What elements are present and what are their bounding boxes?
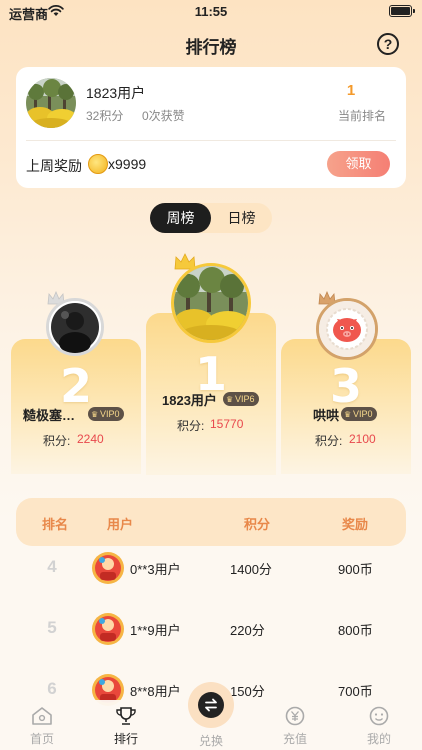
battery-icon <box>389 5 415 17</box>
period-switch: 周榜 日榜 <box>150 203 272 233</box>
header-reward: 奖励 <box>342 517 369 532</box>
vip-badge: ♛ VIP6 <box>223 392 259 406</box>
tab-ranking-label: 排行 <box>113 732 138 746</box>
row-score: 1400分 <box>230 562 272 577</box>
table-row[interactable]: 4 0**3用户 1400分 900币 <box>16 539 406 597</box>
vip-badge: ♛ VIP0 <box>341 407 377 421</box>
vip-badge: ♛ VIP0 <box>88 407 124 421</box>
tab-recharge[interactable]: 充值 <box>265 706 325 747</box>
tab-mine[interactable]: 我的 <box>349 706 409 747</box>
podium-username: 糙极塞… <box>23 408 76 423</box>
my-rank-card: 1823用户 32积分 0次获赞 1 当前排名 上周奖励 x9999 领取 <box>16 67 406 188</box>
exchange-icon <box>198 692 224 718</box>
podium-first-avatar[interactable] <box>171 263 251 343</box>
help-icon[interactable]: ? <box>377 33 399 55</box>
my-rank-label: 当前排名 <box>337 109 386 123</box>
my-avatar[interactable] <box>26 78 76 128</box>
my-likes: 0次获赞 <box>142 109 185 123</box>
table-row[interactable]: 5 1**9用户 220分 800币 <box>16 600 406 658</box>
tab-exchange-label: 兑换 <box>198 734 223 748</box>
my-username: 1823用户 <box>86 85 146 101</box>
coin-icon <box>88 154 108 174</box>
claim-button[interactable]: 领取 <box>327 151 390 177</box>
row-username: 8**8用户 <box>130 684 181 699</box>
podium-username: 哄哄 <box>313 408 340 423</box>
yen-coin-icon <box>285 706 305 726</box>
my-rank-value: 1 <box>346 82 356 99</box>
row-score: 220分 <box>230 623 265 638</box>
podium-score-label: 积分: <box>315 434 343 448</box>
podium-second[interactable]: 2 糙极塞… ♛ VIP0 积分: 2240 <box>11 339 141 474</box>
podium-username: 1823用户 <box>162 393 217 408</box>
tab-ranking[interactable]: 排行 <box>96 706 156 747</box>
status-bar: 运营商 11:55 <box>0 0 422 24</box>
page-title: 排行榜 <box>185 38 237 57</box>
row-reward: 800币 <box>338 623 373 638</box>
last-week-reward-label: 上周奖励 <box>26 158 82 174</box>
row-avatar <box>92 613 124 645</box>
row-rank: 5 <box>47 618 57 637</box>
podium-third-avatar[interactable] <box>316 298 378 360</box>
row-rank: 6 <box>47 679 57 698</box>
home-icon <box>32 707 52 725</box>
row-username: 1**9用户 <box>130 623 181 638</box>
tab-home[interactable]: 首页 <box>12 706 72 747</box>
podium-score-label: 积分: <box>177 419 205 433</box>
my-points: 32积分 <box>86 109 124 123</box>
card-divider <box>26 140 396 141</box>
row-username: 0**3用户 <box>130 562 181 577</box>
tab-exchange[interactable] <box>188 682 234 728</box>
row-rank: 4 <box>47 557 57 576</box>
tab-weekly[interactable]: 周榜 <box>150 203 211 233</box>
status-time: 11:55 <box>194 4 228 19</box>
podium-score: 2240 <box>77 432 104 446</box>
place-number: 3 <box>329 359 362 413</box>
trophy-icon <box>116 707 136 725</box>
row-reward: 700币 <box>338 684 373 699</box>
row-score: 150分 <box>230 684 265 699</box>
tab-mine-label: 我的 <box>366 732 391 746</box>
podium-score-label: 积分: <box>43 434 71 448</box>
reward-count: x9999 <box>108 156 147 172</box>
header-rank: 排名 <box>42 517 69 532</box>
podium-second-avatar[interactable] <box>46 298 104 356</box>
row-reward: 900币 <box>338 562 373 577</box>
row-avatar <box>92 552 124 584</box>
header-user: 用户 <box>107 517 134 532</box>
tab-recharge-label: 充值 <box>282 732 307 746</box>
tab-home-label: 首页 <box>29 732 54 746</box>
podium-score: 2100 <box>349 432 376 446</box>
header-score: 积分 <box>244 517 271 532</box>
tab-daily[interactable]: 日榜 <box>211 203 272 233</box>
smiley-icon <box>369 706 389 726</box>
podium-score: 15770 <box>210 417 244 431</box>
